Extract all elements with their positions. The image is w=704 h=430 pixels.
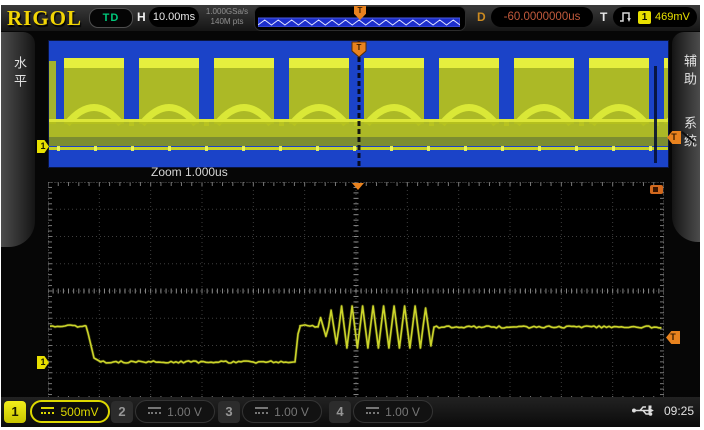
channel-3-badge[interactable]: 3 <box>218 401 240 423</box>
channel-3-scale[interactable]: 1.00 V <box>242 400 322 423</box>
channel-1-badge[interactable]: 1 <box>4 401 26 423</box>
channel-4-badge[interactable]: 4 <box>329 401 351 423</box>
channel-1-scale[interactable]: 500mV <box>30 400 110 423</box>
memory-depth: 140M pts <box>201 17 253 27</box>
timebase-value[interactable]: 10.00ms <box>149 7 199 27</box>
trigger-level-marker-main[interactable]: T <box>667 131 681 144</box>
horizontal-label: H <box>137 10 146 24</box>
dc-coupling-icon <box>148 407 161 417</box>
status-bar: RIGOL TD H 10.00ms 1.000GSa/s 140M pts T… <box>1 5 700 31</box>
trigger-level-value: 469mV <box>655 11 690 23</box>
channel-2-scale-value: 1.00 V <box>167 405 202 419</box>
sample-rate-info: 1.000GSa/s 140M pts <box>201 7 253 27</box>
dc-coupling-icon <box>41 407 54 417</box>
channel-2-scale[interactable]: 1.00 V <box>135 400 215 423</box>
channel-bar: 1 500mV 2 1.00 V 3 1.00 V <box>1 397 700 427</box>
zoom-waveform <box>48 182 664 400</box>
main-waveform: T <box>49 41 668 167</box>
usb-icon <box>631 404 655 417</box>
trigger-label: T <box>600 10 607 24</box>
delay-value[interactable]: -60.0000000us <box>491 7 593 27</box>
waveform-preview-bar[interactable]: T <box>254 6 466 31</box>
channel-1-scale-value: 500mV <box>60 405 98 419</box>
zoom-timebase-label: Zoom 1.000us <box>151 165 228 179</box>
sample-rate: 1.000GSa/s <box>201 7 253 17</box>
delay-label: D <box>477 10 486 24</box>
channel-4-scale-value: 1.00 V <box>385 405 420 419</box>
main-waveform-window: T <box>48 40 669 168</box>
tab-utility-label[interactable]: 辅助 <box>680 54 699 90</box>
acquisition-status-badge: TD <box>89 8 133 28</box>
svg-text:T: T <box>357 43 362 52</box>
scope-screen: RIGOL TD H 10.00ms 1.000GSa/s 140M pts T… <box>1 5 700 427</box>
tab-horizontal-label: 水平 <box>10 56 29 92</box>
clock: 09:25 <box>664 404 694 418</box>
channel-2-badge[interactable]: 2 <box>111 401 133 423</box>
trigger-slope-icon <box>619 10 634 24</box>
channel-4-scale[interactable]: 1.00 V <box>353 400 433 423</box>
dc-coupling-icon <box>255 407 268 417</box>
trigger-info-box[interactable]: 1 469mV <box>613 7 697 27</box>
channel-3-scale-value: 1.00 V <box>274 405 309 419</box>
oscilloscope-screenshot: RIGOL TD H 10.00ms 1.000GSa/s 140M pts T… <box>0 0 704 430</box>
trigger-source-badge: 1 <box>638 11 651 24</box>
zoom-region-marker <box>650 185 663 194</box>
trigger-level-marker-zoom[interactable]: T <box>666 331 680 344</box>
brand-logo: RIGOL <box>7 6 82 31</box>
tab-horizontal-menu[interactable]: 水平 <box>1 32 35 247</box>
zoom-waveform-window <box>48 182 664 400</box>
dc-coupling-icon <box>366 407 379 417</box>
